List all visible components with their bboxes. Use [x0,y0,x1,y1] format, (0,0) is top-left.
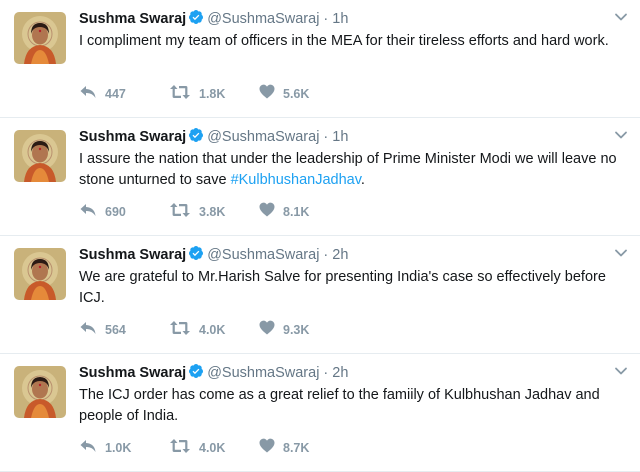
tweet[interactable]: Sushma Swaraj @SushmaSwaraj · 1h I complim… [0,0,640,118]
retweet-button[interactable]: 4.0K [169,438,259,459]
reply-count: 564 [105,323,126,337]
separator-dot: · [323,247,329,263]
author-handle[interactable]: @SushmaSwaraj [207,365,319,381]
reply-button[interactable]: 1.0K [79,438,169,459]
retweet-icon [169,320,191,341]
reply-button[interactable]: 564 [79,320,169,341]
chevron-down-icon[interactable] [614,10,628,24]
reply-icon [79,84,97,105]
tweet[interactable]: Sushma Swaraj @SushmaSwaraj · 2h The ICJ o… [0,354,640,472]
retweet-icon [169,202,191,223]
reply-count: 447 [105,87,126,101]
like-count: 9.3K [283,323,310,337]
tweet-text: The ICJ order has come as a great relief… [79,385,619,427]
tweet-text: We are grateful to Mr.Harish Salve for p… [79,267,619,309]
tweet-header: Sushma Swaraj @SushmaSwaraj · 1h [79,127,348,145]
tweet[interactable]: Sushma Swaraj @SushmaSwaraj · 2h We are gr… [0,236,640,354]
author-handle[interactable]: @SushmaSwaraj [207,129,319,145]
verified-badge-icon [188,363,204,384]
author-name[interactable]: Sushma Swaraj [79,129,186,145]
like-count: 5.6K [283,87,310,101]
avatar[interactable] [14,248,66,300]
tweet-header: Sushma Swaraj @SushmaSwaraj · 2h [79,363,348,381]
reply-count: 1.0K [105,441,132,455]
tweet-actions: 564 4.0K 9.3K [79,320,349,341]
separator-dot: · [323,365,329,381]
reply-count: 690 [105,205,126,219]
timestamp[interactable]: 1h [332,129,348,145]
tweet-text: I compliment my team of officers in the … [79,31,619,52]
text-segment: I compliment my team of officers in the … [79,33,609,49]
reply-button[interactable]: 447 [79,84,169,105]
hashtag-link[interactable]: #KulbhushanJadhav [231,172,361,188]
chevron-down-icon[interactable] [614,246,628,260]
chevron-down-icon[interactable] [614,364,628,378]
heart-icon [259,84,275,104]
heart-icon [259,202,275,222]
text-segment: . [360,172,365,188]
like-count: 8.7K [283,441,310,455]
verified-badge-icon [188,9,204,30]
like-button[interactable]: 5.6K [259,84,349,104]
tweet-header: Sushma Swaraj @SushmaSwaraj · 1h [79,9,348,27]
retweet-count: 4.0K [199,323,226,337]
verified-badge-icon [188,127,204,148]
text-segment: The ICJ order has come as a great relief… [79,387,600,424]
timestamp[interactable]: 1h [332,11,348,27]
author-handle[interactable]: @SushmaSwaraj [207,247,319,263]
author-handle[interactable]: @SushmaSwaraj [207,11,319,27]
tweet[interactable]: Sushma Swaraj @SushmaSwaraj · 1h I assure … [0,118,640,236]
author-name[interactable]: Sushma Swaraj [79,11,186,27]
avatar[interactable] [14,12,66,64]
like-button[interactable]: 9.3K [259,320,349,340]
like-button[interactable]: 8.7K [259,438,349,458]
tweet-actions: 447 1.8K 5.6K [79,84,349,105]
reply-button[interactable]: 690 [79,202,169,223]
heart-icon [259,438,275,458]
verified-badge-icon [188,245,204,266]
retweet-icon [169,84,191,105]
timestamp[interactable]: 2h [332,365,348,381]
retweet-button[interactable]: 3.8K [169,202,259,223]
author-name[interactable]: Sushma Swaraj [79,365,186,381]
tweet-header: Sushma Swaraj @SushmaSwaraj · 2h [79,245,348,263]
like-button[interactable]: 8.1K [259,202,349,222]
separator-dot: · [323,129,329,145]
retweet-button[interactable]: 1.8K [169,84,259,105]
avatar[interactable] [14,366,66,418]
retweet-count: 3.8K [199,205,226,219]
chevron-down-icon[interactable] [614,128,628,142]
like-count: 8.1K [283,205,310,219]
tweet-text: I assure the nation that under the leade… [79,149,619,191]
author-name[interactable]: Sushma Swaraj [79,247,186,263]
tweet-feed: Sushma Swaraj @SushmaSwaraj · 1h I complim… [0,0,640,472]
tweet-actions: 1.0K 4.0K 8.7K [79,438,349,459]
reply-icon [79,438,97,459]
retweet-button[interactable]: 4.0K [169,320,259,341]
avatar[interactable] [14,130,66,182]
reply-icon [79,320,97,341]
retweet-icon [169,438,191,459]
text-segment: We are grateful to Mr.Harish Salve for p… [79,269,606,306]
retweet-count: 1.8K [199,87,226,101]
tweet-actions: 690 3.8K 8.1K [79,202,349,223]
retweet-count: 4.0K [199,441,226,455]
heart-icon [259,320,275,340]
separator-dot: · [323,11,329,27]
timestamp[interactable]: 2h [332,247,348,263]
reply-icon [79,202,97,223]
